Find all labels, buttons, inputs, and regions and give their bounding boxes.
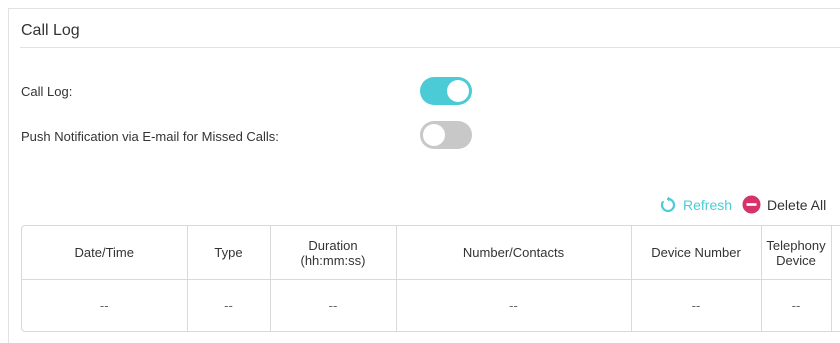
call-log-table: Date/Time Type Duration (hh:mm:ss) Number… — [21, 225, 840, 332]
call-log-label: Call Log: — [21, 84, 73, 99]
delete-all-button[interactable]: Delete All — [742, 195, 826, 214]
call-log-panel: Call Log Call Log: Push Notification via… — [8, 8, 840, 343]
minus-circle-icon — [742, 195, 761, 214]
delete-all-label: Delete All — [767, 196, 827, 213]
column-header-duration[interactable]: Duration (hh:mm:ss) — [270, 226, 397, 280]
toggle-knob — [447, 80, 469, 102]
refresh-button[interactable]: Refresh — [659, 196, 742, 214]
push-notification-toggle[interactable] — [420, 121, 472, 149]
page-title: Call Log — [21, 22, 80, 39]
refresh-icon — [659, 196, 677, 214]
table-cell: -- — [631, 279, 762, 331]
push-notification-label: Push Notification via E-mail for Missed … — [21, 129, 279, 144]
table-cell: -- — [187, 279, 271, 331]
table-cell: -- — [270, 279, 397, 331]
table-row: -- -- -- -- -- -- — [22, 279, 832, 331]
title-divider — [20, 47, 840, 48]
table-header-row: Date/Time Type Duration (hh:mm:ss) Number… — [22, 226, 832, 280]
table-cell: -- — [396, 279, 632, 331]
column-header-number-contacts[interactable]: Number/Contacts — [396, 226, 632, 280]
column-header-telephony-device[interactable]: Telephony Device — [761, 226, 832, 280]
column-header-device-number[interactable]: Device Number — [631, 226, 762, 280]
table-cell: -- — [22, 279, 188, 331]
refresh-label: Refresh — [683, 196, 733, 213]
call-log-toggle[interactable] — [420, 77, 472, 105]
table-cell: -- — [761, 279, 832, 331]
table-toolbar: Refresh Delete All — [659, 195, 826, 214]
column-header-date-time[interactable]: Date/Time — [22, 226, 188, 280]
column-header-type[interactable]: Type — [187, 226, 271, 280]
toggle-knob — [423, 124, 445, 146]
